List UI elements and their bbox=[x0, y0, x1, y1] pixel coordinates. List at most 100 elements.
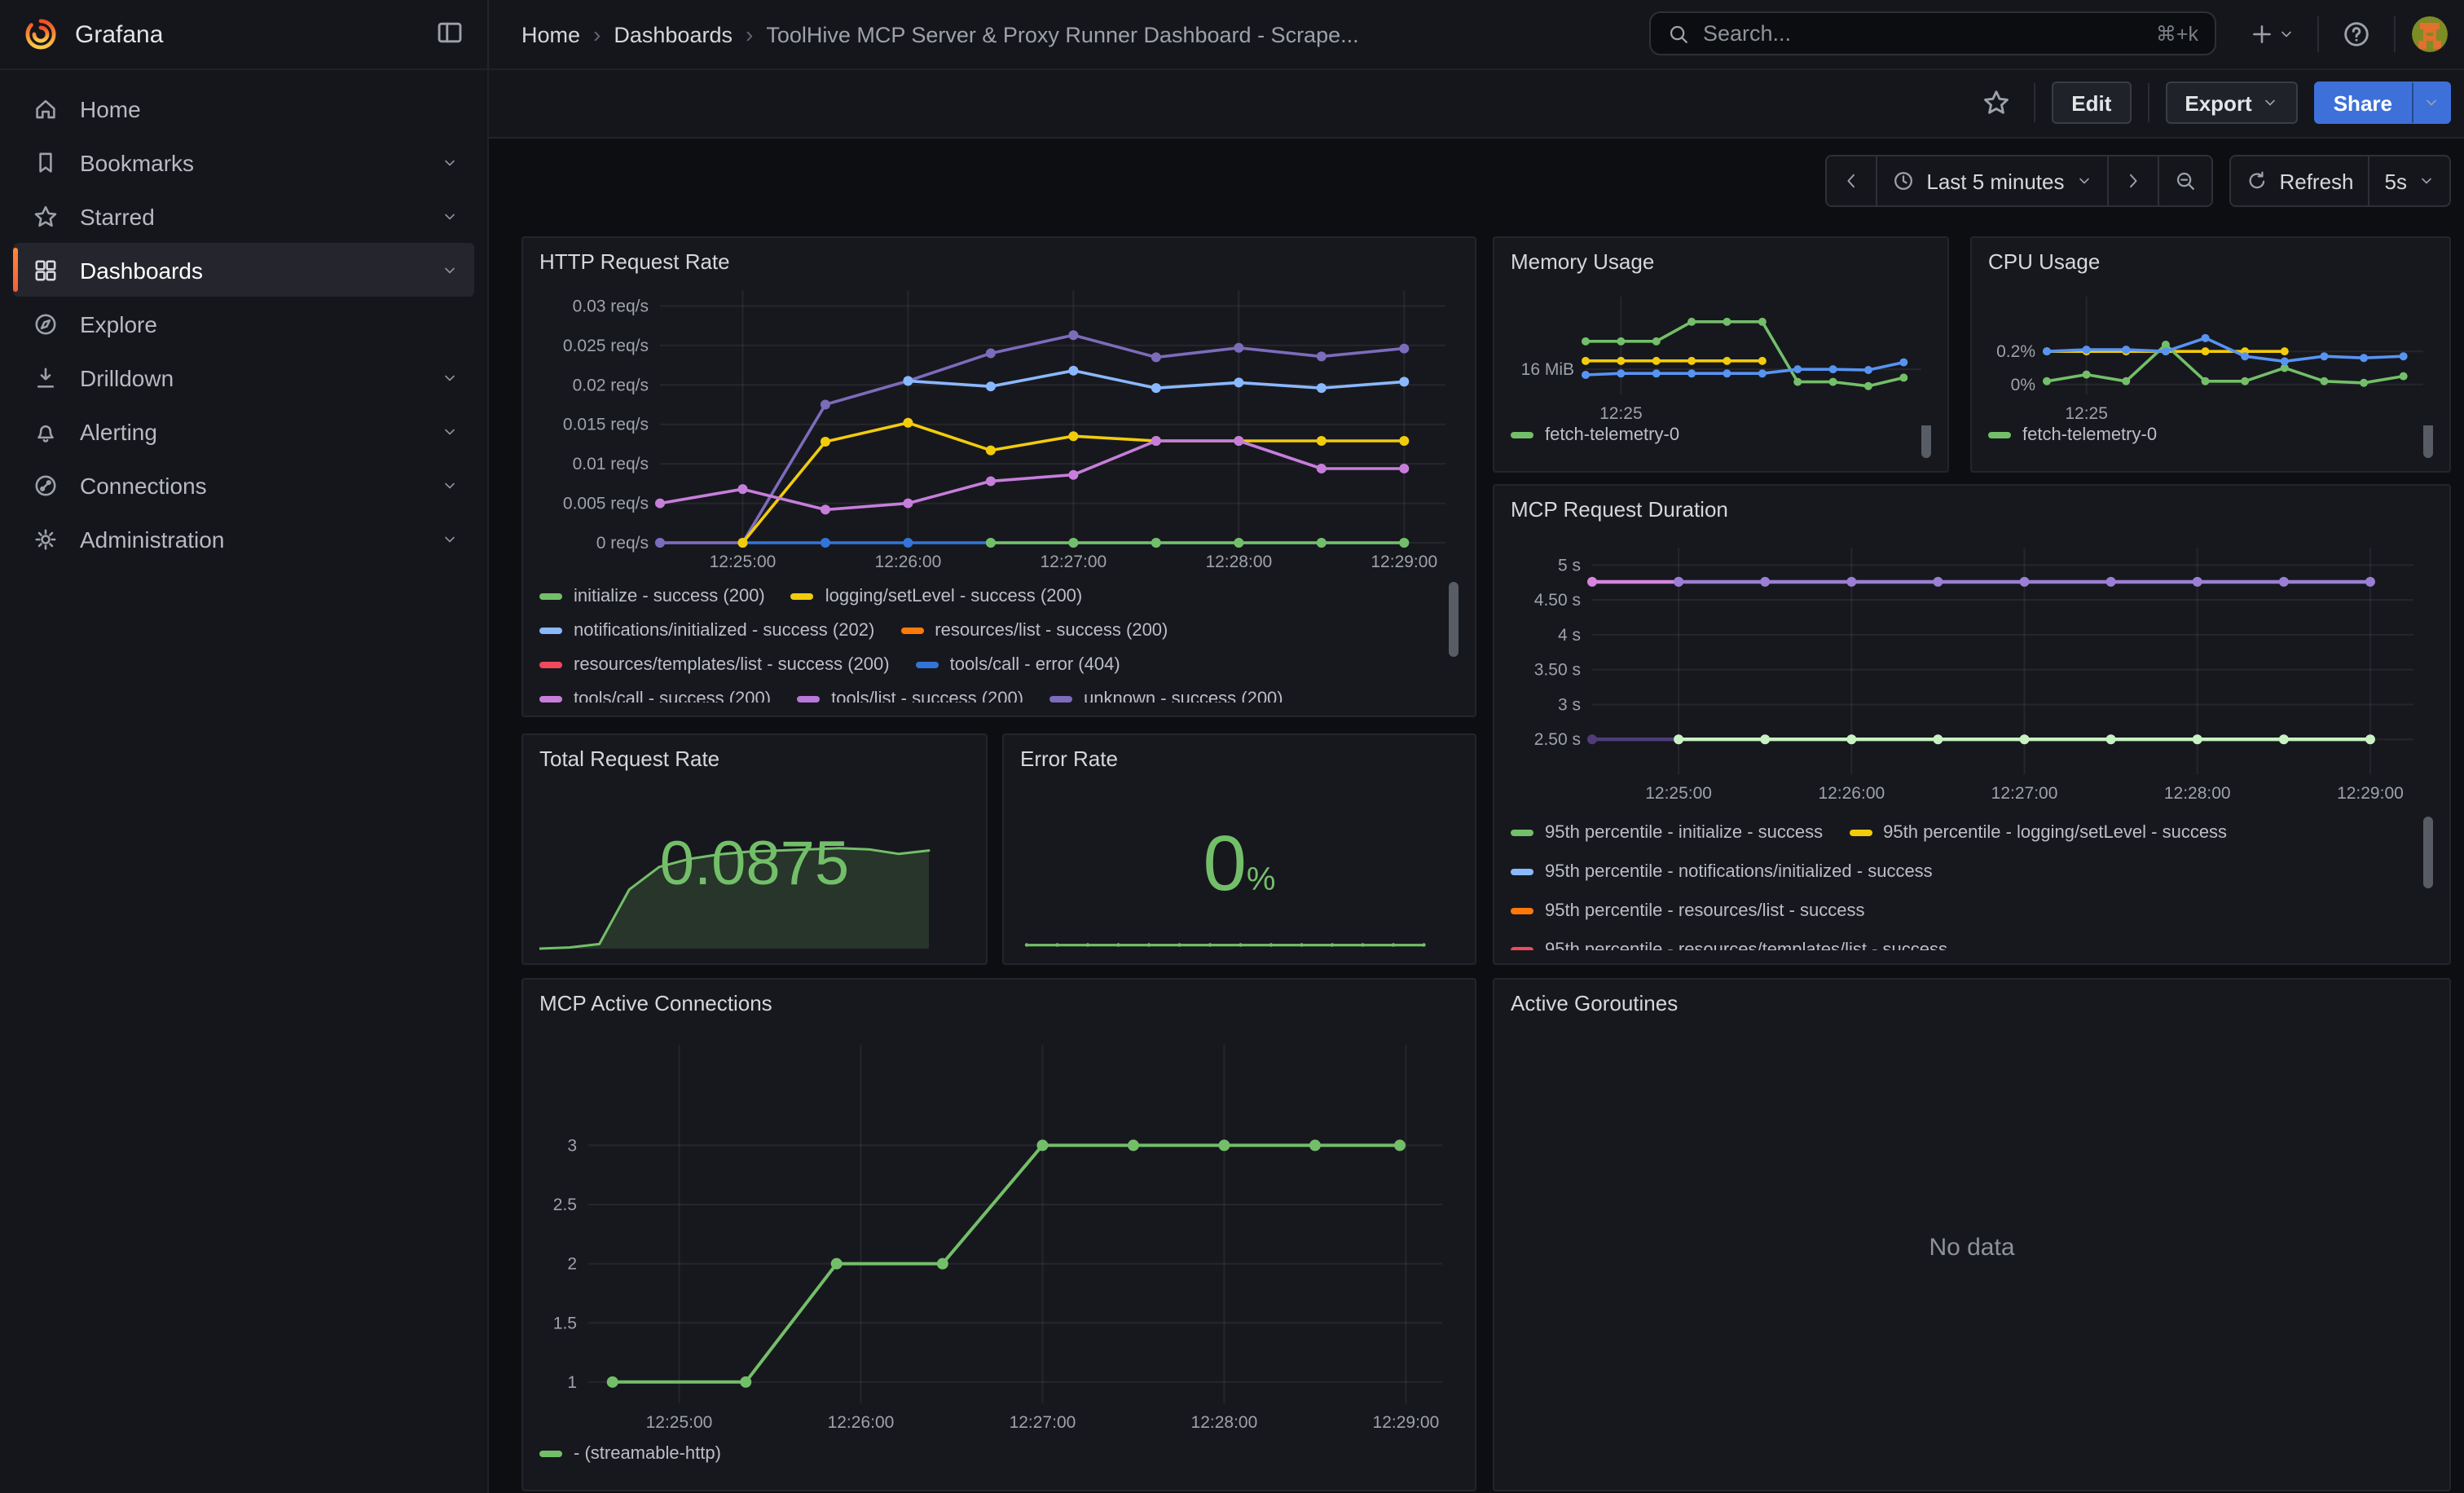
http-request-rate-chart[interactable]: 0 req/s0.005 req/s0.01 req/s0.015 req/s0… bbox=[539, 277, 1459, 575]
legend-series-label: resources/templates/list - success (200) bbox=[574, 654, 890, 674]
svg-text:0.02 req/s: 0.02 req/s bbox=[573, 376, 649, 394]
legend-item[interactable]: fetch-telemetry-0 bbox=[1988, 425, 2157, 445]
refresh-button[interactable]: Refresh bbox=[2230, 156, 2368, 205]
search-input[interactable]: Search... ⌘+k bbox=[1649, 11, 2216, 55]
sidebar-item-connections[interactable]: Connections bbox=[13, 458, 474, 512]
legend-series-color bbox=[1511, 908, 1533, 914]
sidebar-item-home[interactable]: Home bbox=[13, 81, 474, 135]
sidebar-item-dashboards[interactable]: Dashboards bbox=[13, 243, 474, 297]
legend-item[interactable]: resources/list - success (200) bbox=[900, 620, 1168, 640]
panel-title[interactable]: Error Rate bbox=[1020, 745, 1459, 774]
export-button[interactable]: Export bbox=[2165, 81, 2297, 124]
legend-row: tools/call - success (200) tools/list - s… bbox=[539, 681, 1459, 702]
share-options-button[interactable] bbox=[2412, 81, 2451, 124]
sidebar-item-drilldown[interactable]: Drilldown bbox=[13, 350, 474, 404]
dashboard-canvas: Last 5 minutes Refresh bbox=[489, 139, 2464, 1493]
chevron-down-icon[interactable] bbox=[442, 154, 458, 170]
time-shift-back-button[interactable] bbox=[1827, 156, 1876, 205]
share-button[interactable]: Share bbox=[2314, 81, 2412, 124]
time-range-picker[interactable]: Last 5 minutes bbox=[1876, 156, 2106, 205]
cpu-usage-chart[interactable]: 0.2%0%12:25 bbox=[1988, 277, 2433, 424]
panel-title[interactable]: MCP Request Duration bbox=[1511, 495, 2433, 525]
help-button[interactable] bbox=[2335, 13, 2378, 55]
legend-item[interactable]: notifications/initialized - success (202… bbox=[539, 620, 874, 640]
dock-sidebar-button[interactable] bbox=[432, 14, 468, 55]
legend-scrollbar[interactable] bbox=[1921, 425, 1931, 458]
legend-scrollbar[interactable] bbox=[1449, 582, 1459, 657]
zoom-out-time-button[interactable] bbox=[2157, 156, 2211, 205]
sidebar-item-starred[interactable]: Starred bbox=[13, 189, 474, 243]
mcp-active-connections-chart[interactable]: 11.522.5312:25:0012:26:0012:27:0012:28:0… bbox=[539, 1019, 1459, 1442]
chevron-down-icon[interactable] bbox=[442, 477, 458, 493]
legend-row: - (streamable-http) bbox=[539, 1444, 1459, 1464]
clock-icon bbox=[1892, 170, 1915, 192]
edit-button[interactable]: Edit bbox=[2052, 81, 2131, 124]
legend-series-label: 95th percentile - notifications/initiali… bbox=[1545, 862, 1933, 882]
legend-item[interactable]: tools/list - success (200) bbox=[797, 689, 1023, 702]
legend-series-color bbox=[1511, 432, 1533, 438]
chevron-down-icon[interactable] bbox=[442, 423, 458, 439]
svg-text:3: 3 bbox=[567, 1136, 577, 1155]
grafana-logo-icon[interactable] bbox=[23, 16, 59, 52]
legend-series-color bbox=[539, 627, 562, 633]
legend-item[interactable]: tools/call - error (404) bbox=[916, 654, 1120, 674]
breadcrumb-dashboards[interactable]: Dashboards bbox=[614, 22, 733, 46]
mcp-request-duration-chart[interactable]: 5 s4.50 s4 s3.50 s3 s2.50 s12:25:0012:26… bbox=[1511, 525, 2433, 810]
legend-item[interactable]: 95th percentile - initialize - success bbox=[1511, 823, 1823, 843]
legend-item[interactable]: resources/templates/list - success (200) bbox=[539, 654, 890, 674]
svg-text:3.50 s: 3.50 s bbox=[1534, 661, 1581, 680]
chevron-down-icon[interactable] bbox=[442, 531, 458, 547]
legend-item[interactable]: unknown - success (200) bbox=[1049, 689, 1283, 702]
sidebar-item-bookmarks[interactable]: Bookmarks bbox=[13, 135, 474, 189]
legend-item[interactable]: 95th percentile - resources/list - succe… bbox=[1511, 901, 1865, 921]
legend-item[interactable]: fetch-telemetry-0 bbox=[1511, 425, 1679, 445]
legend-item[interactable]: 95th percentile - logging/setLevel - suc… bbox=[1849, 823, 2227, 843]
svg-text:0.03 req/s: 0.03 req/s bbox=[573, 297, 649, 315]
legend-scrollbar[interactable] bbox=[2423, 817, 2433, 888]
time-shift-forward-button[interactable] bbox=[2106, 156, 2157, 205]
chevron-right-icon bbox=[2123, 171, 2142, 191]
sidebar-item-explore[interactable]: Explore bbox=[13, 297, 474, 350]
chevron-down-icon bbox=[2262, 95, 2278, 111]
memory-usage-chart[interactable]: 16 MiB12:25 bbox=[1511, 277, 1931, 424]
user-avatar[interactable] bbox=[2412, 16, 2448, 52]
refresh-icon bbox=[2245, 170, 2268, 192]
svg-text:12:28:00: 12:28:00 bbox=[1205, 553, 1272, 571]
chevron-down-icon bbox=[2418, 173, 2435, 189]
panel-title[interactable]: Active Goroutines bbox=[1511, 989, 2433, 1019]
panel-cpu-usage: CPU Usage 0.2%0%12:25 fetch-telemetry-0 bbox=[1970, 236, 2451, 473]
svg-text:0.01 req/s: 0.01 req/s bbox=[573, 455, 649, 473]
legend-item[interactable]: 95th percentile - notifications/initiali… bbox=[1511, 862, 1933, 882]
sidebar-item-administration[interactable]: Administration bbox=[13, 512, 474, 566]
panel-title[interactable]: Memory Usage bbox=[1511, 248, 1931, 277]
add-new-button[interactable] bbox=[2242, 15, 2301, 54]
legend-item[interactable]: - (streamable-http) bbox=[539, 1444, 721, 1464]
breadcrumb-separator: › bbox=[593, 21, 601, 47]
panel-title[interactable]: CPU Usage bbox=[1988, 248, 2433, 277]
panel-title[interactable]: MCP Active Connections bbox=[539, 989, 1459, 1019]
legend-series-label: unknown - success (200) bbox=[1084, 689, 1283, 702]
svg-text:5 s: 5 s bbox=[1558, 556, 1581, 575]
svg-text:16 MiB: 16 MiB bbox=[1521, 360, 1574, 379]
panel-http-request-rate: HTTP Request Rate 0 req/s0.005 req/s0.01… bbox=[521, 236, 1476, 717]
chevron-down-icon[interactable] bbox=[442, 208, 458, 224]
sidebar-item-label: Dashboards bbox=[80, 257, 420, 283]
chevron-down-icon[interactable] bbox=[442, 262, 458, 278]
panel-title[interactable]: HTTP Request Rate bbox=[539, 248, 1459, 277]
sidebar-item-label: Bookmarks bbox=[80, 149, 420, 175]
breadcrumb-current: ToolHive MCP Server & Proxy Runner Dashb… bbox=[766, 22, 1358, 46]
chevron-down-icon[interactable] bbox=[442, 369, 458, 385]
legend-item[interactable]: tools/call - success (200) bbox=[539, 689, 771, 702]
refresh-interval-picker[interactable]: 5s bbox=[2369, 156, 2449, 205]
legend-item[interactable]: logging/setLevel - success (200) bbox=[791, 586, 1083, 606]
favorite-star-button[interactable] bbox=[1975, 81, 2017, 124]
sidebar-item-alerting[interactable]: Alerting bbox=[13, 404, 474, 458]
svg-text:2: 2 bbox=[567, 1255, 577, 1274]
svg-text:2.5: 2.5 bbox=[553, 1196, 577, 1214]
legend-item[interactable]: 95th percentile - resources/templates/li… bbox=[1511, 940, 1947, 950]
legend-item[interactable]: initialize - success (200) bbox=[539, 586, 765, 606]
legend-scrollbar[interactable] bbox=[2423, 425, 2433, 458]
panel-title[interactable]: Total Request Rate bbox=[539, 745, 970, 774]
breadcrumb-home[interactable]: Home bbox=[521, 22, 580, 46]
legend-row: notifications/initialized - success (202… bbox=[539, 613, 1459, 647]
